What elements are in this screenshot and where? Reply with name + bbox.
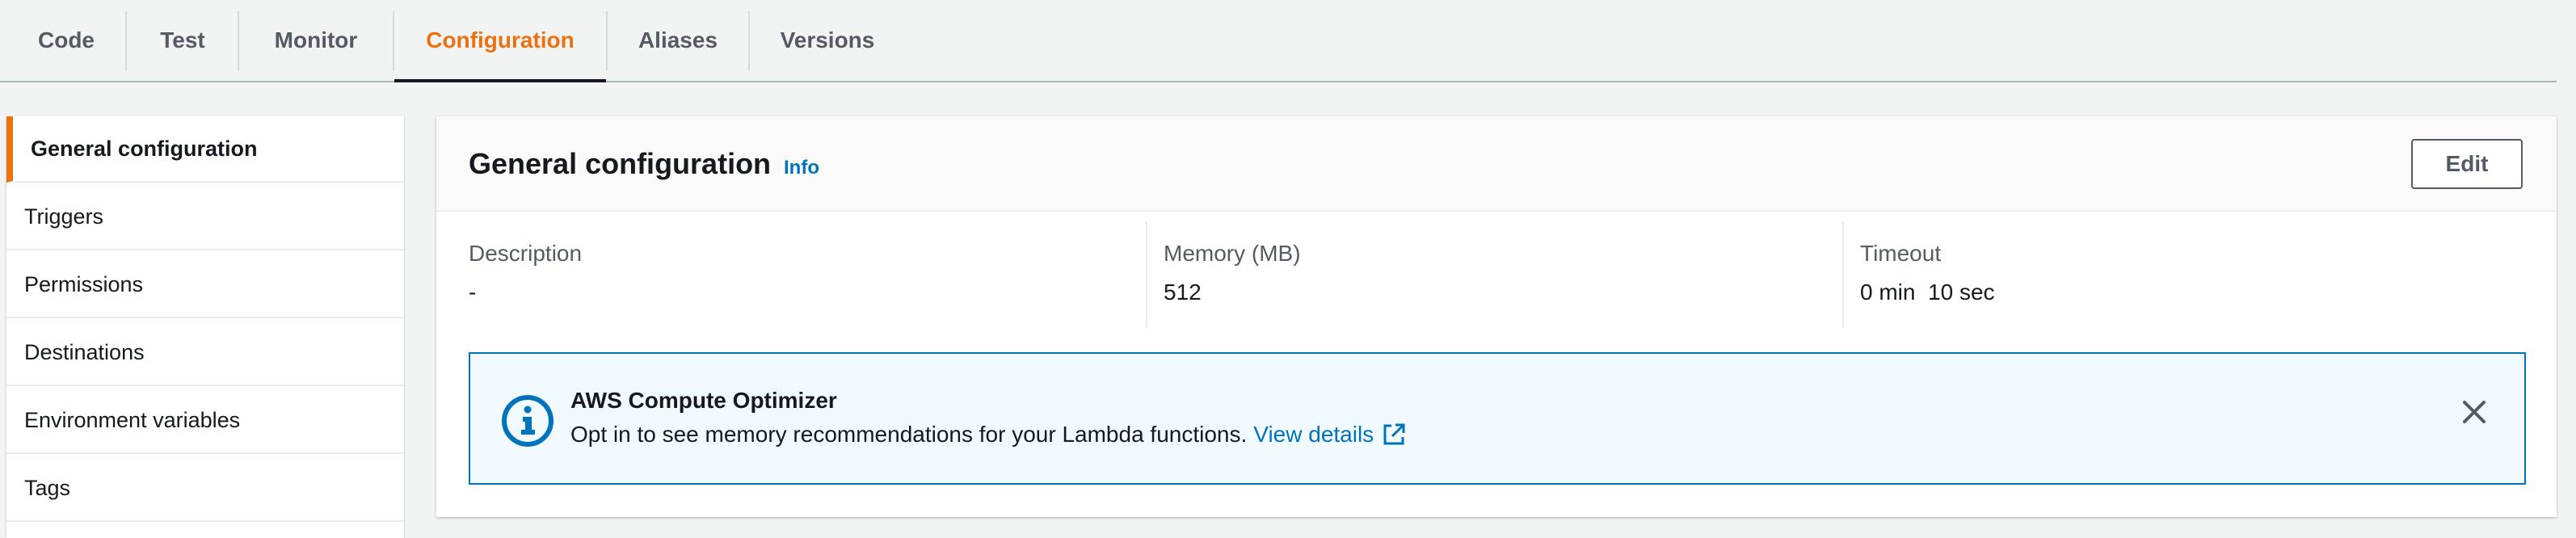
column-divider bbox=[1842, 221, 1844, 328]
tab-code[interactable]: Code bbox=[6, 0, 126, 81]
view-details-link[interactable]: View details bbox=[1253, 422, 1374, 448]
close-icon[interactable] bbox=[2458, 396, 2490, 428]
info-link[interactable]: Info bbox=[784, 157, 819, 179]
sidenav-item-triggers[interactable]: Triggers bbox=[6, 184, 404, 250]
sidenav-item-destinations[interactable]: Destinations bbox=[6, 320, 404, 386]
tab-aliases[interactable]: Aliases bbox=[608, 0, 748, 81]
field-label: Memory (MB) bbox=[1164, 241, 1301, 266]
field-label: Description bbox=[469, 241, 583, 266]
alert-message: Opt in to see memory recommendations for… bbox=[570, 422, 1248, 447]
field-value: 512 bbox=[1164, 280, 1202, 305]
info-icon bbox=[502, 395, 554, 447]
sidenav-item-environment-variables[interactable]: Environment variables bbox=[6, 388, 404, 454]
external-link-icon[interactable] bbox=[1382, 422, 1406, 447]
compute-optimizer-alert: AWS Compute Optimizer Opt in to see memo… bbox=[469, 352, 2526, 485]
field-value: - bbox=[469, 280, 477, 305]
panel-header: General configuration Info Edit bbox=[436, 116, 2557, 212]
tab-monitor[interactable]: Monitor bbox=[239, 0, 393, 81]
panel-title: General configuration bbox=[469, 147, 772, 180]
alert-message-row: Opt in to see memory recommendations for… bbox=[570, 422, 1406, 448]
tab-bar: Code Test Monitor Configuration Aliases … bbox=[0, 0, 2557, 82]
tab-configuration[interactable]: Configuration bbox=[394, 0, 606, 82]
timeout-field: Timeout 0 min 10 sec bbox=[1860, 241, 1995, 305]
column-divider bbox=[1146, 221, 1147, 328]
memory-field: Memory (MB) 512 bbox=[1164, 241, 1301, 305]
field-value: 0 min 10 sec bbox=[1860, 280, 1995, 305]
tab-test[interactable]: Test bbox=[127, 0, 238, 81]
sidenav-item-permissions[interactable]: Permissions bbox=[6, 252, 404, 318]
alert-title: AWS Compute Optimizer bbox=[570, 388, 837, 413]
field-label: Timeout bbox=[1860, 241, 1942, 266]
config-sidenav: General configuration Triggers Permissio… bbox=[6, 116, 404, 538]
description-field: Description - bbox=[469, 241, 582, 305]
sidenav-item-general-configuration[interactable]: General configuration bbox=[6, 116, 404, 183]
tab-versions[interactable]: Versions bbox=[750, 0, 905, 81]
general-configuration-panel: General configuration Info Edit Descript… bbox=[436, 116, 2557, 517]
edit-button[interactable]: Edit bbox=[2411, 139, 2523, 189]
sidenav-item-tags[interactable]: Tags bbox=[6, 456, 404, 522]
